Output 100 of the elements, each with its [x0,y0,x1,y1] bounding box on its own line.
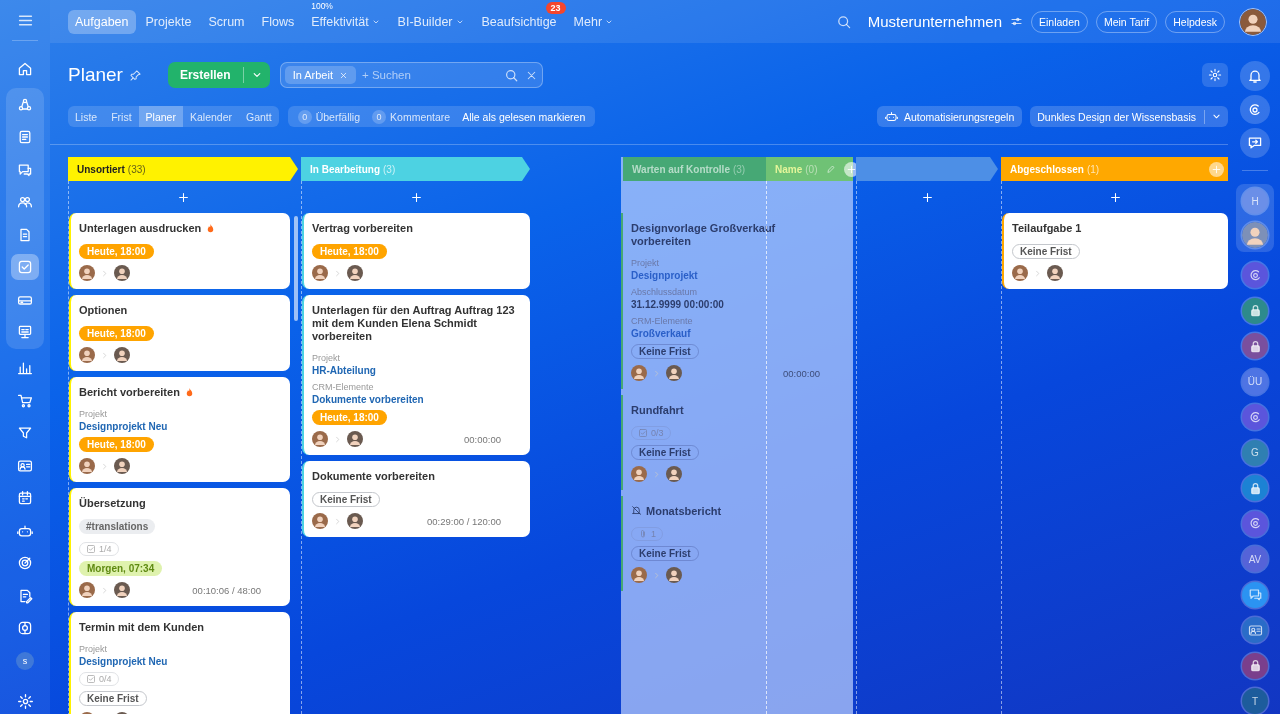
close-icon [339,70,348,80]
field-link[interactable]: Designprojekt Neu [79,420,168,433]
automation-button[interactable]: Automatisierungsregeln [876,106,1023,127]
task-title[interactable]: Monatsbericht [646,505,722,518]
field-link[interactable]: Großverkauf [631,327,691,340]
contact-avatar[interactable]: G [1242,439,1268,466]
checkbox-icon [17,259,33,275]
settings-button[interactable] [1202,63,1228,87]
chevron-icon [100,461,109,471]
nav-tab[interactable]: BI-Builder [390,9,472,34]
search-icon [503,67,519,83]
nav-tab[interactable]: Scrum [201,9,252,34]
add-task-icon[interactable] [409,190,423,204]
chat-avatar[interactable] [1242,510,1268,537]
contact-avatar[interactable]: T [1242,688,1268,714]
task-title[interactable]: Übersetzung [79,497,146,510]
task-card[interactable]: Termin mit dem Kunden Projekt Designprojekt Neu 0/4 Keine Frist [69,612,290,714]
task-card[interactable]: Unterlagen ausdrucken Heute, 18:00 [69,213,290,289]
task-title[interactable]: Teilaufgabe 1 [1012,222,1082,235]
view-tab[interactable]: Frist [104,106,139,127]
filter-chip[interactable]: In Arbeit [284,66,356,84]
sidebar-item[interactable] [11,254,39,280]
task-title[interactable]: Designvorlage Großverkauf vorbereiten [631,222,781,248]
counter-filter[interactable]: 0 Überfällig [293,106,365,127]
round-button[interactable] [1240,128,1270,158]
counter-label: Kommentare [390,110,451,123]
counter-label: Überfällig [315,110,361,123]
chat-avatar[interactable] [1242,652,1268,679]
counter-filter[interactable]: 0 Kommentare [368,106,455,127]
user-avatar [631,466,647,482]
view-tab[interactable]: Gantt [239,106,279,127]
document-pen-icon [17,587,33,604]
chat-avatar[interactable] [1242,297,1268,324]
home-icon [17,61,33,78]
field-link[interactable]: Dokumente vorbereiten [312,393,424,406]
task-title[interactable]: Bericht vorbereiten [79,386,180,399]
add-task-icon[interactable] [177,190,190,204]
contact-avatar[interactable]: AV [1242,546,1268,572]
network-icon [17,96,33,113]
field-link[interactable]: Designprojekt Neu [79,655,168,668]
scrollbar[interactable] [294,216,298,321]
nav-tab[interactable]: Effektivität [304,9,388,34]
add-task-icon[interactable] [921,190,934,204]
field-link[interactable]: Designprojekt [631,269,698,282]
checklist-icon [86,674,96,684]
nav-tab[interactable]: Flows [254,9,302,34]
user-avatar [79,458,95,474]
nav-tab[interactable]: Aufgaben [68,9,136,34]
chat-avatar[interactable] [1242,262,1268,288]
task-title[interactable]: Termin mit dem Kunden [79,621,205,634]
chat-avatar[interactable] [1242,617,1268,643]
task-title[interactable]: Dokumente vorbereiten [312,470,435,483]
user-avatar [114,347,130,363]
chat-avatar[interactable] [1242,333,1268,359]
column-header[interactable]: Unsortiert (33) [68,157,298,181]
task-card[interactable]: Übersetzung #translations 1/4 Morgen, 07:34 00:10:06 / 48:00 [69,488,290,606]
task-card[interactable]: Monatsbericht 1 Keine Frist [621,496,853,591]
nav-tab[interactable]: Mehr [566,9,622,34]
user-avatar [1012,265,1028,281]
contact-avatar[interactable]: ÜU [1242,368,1268,395]
task-title[interactable]: Unterlagen ausdrucken [79,222,202,235]
column-count: (1) [1086,163,1100,175]
round-button[interactable] [1240,61,1270,91]
task-title[interactable]: Vertrag vorbereiten [312,222,413,235]
task-card[interactable]: Unterlagen für den Auftrag Auftrag 123 mit dem Kunden Elena Schmidt vorbereiten Projekt HR-Abteilung CRM-Elemente Dokumente vorbereiten Heute, 18:00 00:00:00 [302,295,530,455]
task-title[interactable]: Unterlagen für den Auftrag Auftrag 123 mit dem Kunden Elena Schmidt vorbereiten [312,304,521,343]
mark-read-link[interactable]: Alle als gelesen markieren [458,106,590,127]
task-card[interactable]: Teilaufgabe 1 Keine Frist [1002,213,1228,289]
view-tab[interactable]: Kalender [182,106,239,127]
create-button[interactable]: Erstellen [167,62,270,88]
company-name[interactable]: Musterunternehmen [867,13,1002,30]
chevron-icon [333,516,342,526]
chat-avatar[interactable] [1242,475,1268,501]
design-dropdown[interactable]: Dunkles Design der Wissensbasis [1030,106,1228,127]
chat-avatar[interactable] [1242,404,1268,430]
task-card[interactable]: Optionen Heute, 18:00 [69,295,290,371]
user-avatar [79,347,95,363]
search-field[interactable]: In Arbeit + Suchen [279,62,543,88]
view-tab[interactable]: Liste [68,106,105,127]
calendar-icon [17,490,33,506]
chevron-icon [652,469,661,479]
round-button[interactable] [1240,94,1270,125]
user-avatar[interactable] [1239,7,1267,36]
task-title[interactable]: Rundfahrt [631,404,684,417]
field-link[interactable]: HR-Abteilung [312,364,376,377]
task-card[interactable]: Designvorlage Großverkauf vorbereiten Projekt Designprojekt Abschlussdatum 31.12.9999 00:00:00 CRM-Elemente Großverkauf Keine Frist 00:00:00 [621,213,853,389]
task-title[interactable]: Optionen [79,304,128,317]
tag-chip[interactable]: #translations [79,519,156,534]
deadline-badge[interactable]: Morgen, 07:34 [79,561,163,576]
chevron-icon [100,585,109,595]
task-card[interactable]: Rundfahrt 0/3 Keine Frist [621,395,853,490]
task-card[interactable]: Dokumente vorbereiten Keine Frist 00:29:00 / 120:00 [302,461,530,537]
contact-avatar[interactable]: H [1242,188,1268,214]
task-card[interactable]: Bericht vorbereiten Projekt Designprojekt Neu Heute, 18:00 [69,377,290,482]
task-card[interactable]: Vertrag vorbereiten Heute, 18:00 [302,213,530,289]
add-task-icon[interactable] [1108,190,1122,204]
view-tab[interactable]: Planer [138,106,183,127]
chat-avatar[interactable] [1242,581,1268,608]
user-avatar[interactable] [1242,222,1268,248]
nav-tab[interactable]: Projekte [138,9,199,34]
